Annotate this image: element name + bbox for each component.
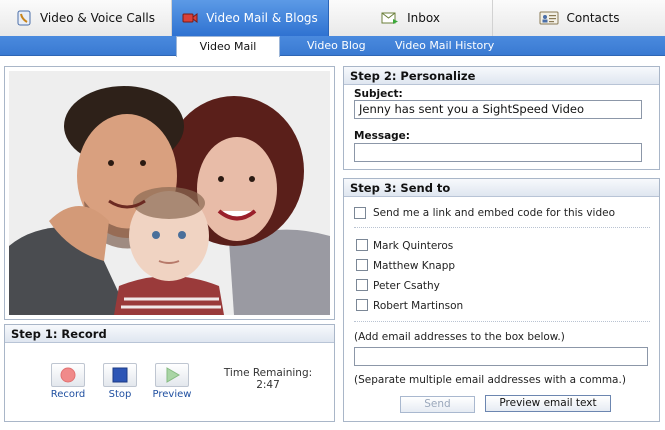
step1-title: Step 1: Record bbox=[5, 325, 334, 343]
step1-record-panel: Step 1: Record Record Stop Preview Time … bbox=[4, 324, 335, 422]
record-button[interactable] bbox=[51, 363, 85, 387]
tab-label: Contacts bbox=[566, 11, 620, 25]
divider bbox=[354, 321, 650, 322]
send-me-link-label: Send me a link and embed code for this v… bbox=[373, 207, 616, 219]
preview-label: Preview bbox=[152, 389, 192, 400]
stop-button[interactable] bbox=[103, 363, 137, 387]
time-remaining-label: Time Remaining: bbox=[223, 367, 313, 379]
subject-input[interactable]: Jenny has sent you a SightSpeed Video bbox=[354, 100, 642, 119]
play-icon bbox=[166, 367, 180, 383]
sub-tab-bar: Video Mail Video Blog Video Mail History bbox=[0, 36, 665, 57]
message-label: Message: bbox=[354, 130, 410, 142]
record-icon bbox=[60, 367, 76, 383]
subtab-video-mail[interactable]: Video Mail bbox=[176, 36, 280, 57]
time-remaining: Time Remaining: 2:47 bbox=[213, 367, 323, 391]
contact-checkbox-matthew-knapp[interactable] bbox=[356, 259, 368, 271]
step3-send-to-panel: Step 3: Send to Send me a link and embed… bbox=[343, 178, 660, 422]
contact-label: Peter Csathy bbox=[373, 280, 440, 292]
stop-label: Stop bbox=[108, 389, 132, 400]
tab-video-mail-blogs[interactable]: Video Mail & Blogs bbox=[172, 0, 329, 36]
time-remaining-value: 2:47 bbox=[256, 379, 280, 391]
tab-contacts[interactable]: Contacts bbox=[493, 0, 665, 36]
add-email-hint: (Add email addresses to the box below.) bbox=[354, 331, 565, 343]
send-me-link-checkbox[interactable] bbox=[354, 207, 366, 219]
subtab-video-blog[interactable]: Video Blog bbox=[307, 36, 366, 56]
video-mail-icon bbox=[182, 13, 198, 23]
contact-checkbox-peter-csathy[interactable] bbox=[356, 279, 368, 291]
email-addresses-input[interactable] bbox=[354, 347, 648, 366]
step2-title: Step 2: Personalize bbox=[344, 67, 659, 85]
contact-label: Mark Quinteros bbox=[373, 240, 454, 252]
subject-label: Subject: bbox=[354, 88, 403, 100]
tab-label: Video & Voice Calls bbox=[39, 11, 155, 25]
stop-icon bbox=[112, 367, 128, 383]
video-preview-image bbox=[9, 71, 330, 315]
message-input[interactable] bbox=[354, 143, 642, 162]
send-button[interactable]: Send bbox=[400, 396, 475, 413]
tab-inbox[interactable]: Inbox bbox=[329, 0, 493, 36]
contact-label: Robert Martinson bbox=[373, 300, 464, 312]
divider bbox=[354, 227, 650, 228]
contact-checkbox-mark-quinteros[interactable] bbox=[356, 239, 368, 251]
step2-personalize-panel: Step 2: Personalize Subject: Jenny has s… bbox=[343, 66, 660, 170]
subtab-video-mail-history[interactable]: Video Mail History bbox=[395, 36, 494, 56]
preview-email-text-button[interactable]: Preview email text bbox=[485, 395, 611, 412]
inbox-icon bbox=[381, 12, 399, 24]
contact-label: Matthew Knapp bbox=[373, 260, 456, 272]
calls-icon bbox=[17, 10, 31, 26]
main-tab-bar: Video & Voice Calls Video Mail & Blogs I… bbox=[0, 0, 665, 36]
tab-video-voice-calls[interactable]: Video & Voice Calls bbox=[0, 0, 172, 36]
record-label: Record bbox=[50, 389, 86, 400]
step3-title: Step 3: Send to bbox=[344, 179, 659, 197]
video-preview bbox=[4, 66, 335, 320]
contact-checkbox-robert-martinson[interactable] bbox=[356, 299, 368, 311]
tab-label: Video Mail & Blogs bbox=[206, 11, 318, 25]
tab-label: Inbox bbox=[407, 11, 440, 25]
separate-hint: (Separate multiple email addresses with … bbox=[354, 374, 626, 386]
preview-button[interactable] bbox=[155, 363, 189, 387]
contacts-icon bbox=[539, 11, 559, 25]
